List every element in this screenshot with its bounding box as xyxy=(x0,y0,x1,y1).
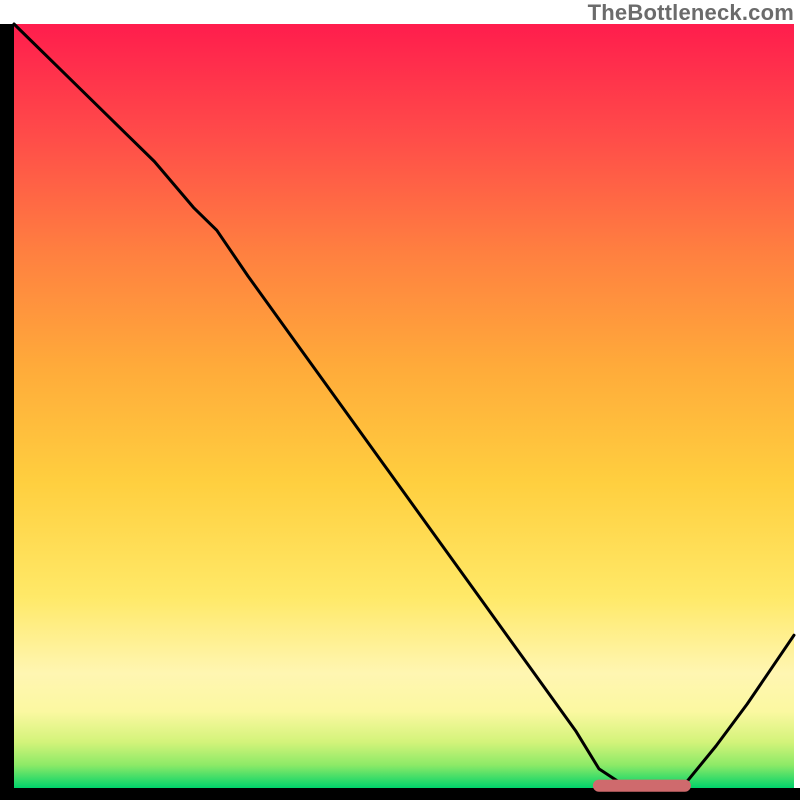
watermark-text: TheBottleneck.com xyxy=(588,0,794,26)
chart-container: TheBottleneck.com xyxy=(0,0,800,800)
y-axis xyxy=(0,24,14,800)
bottleneck-chart xyxy=(0,0,800,800)
